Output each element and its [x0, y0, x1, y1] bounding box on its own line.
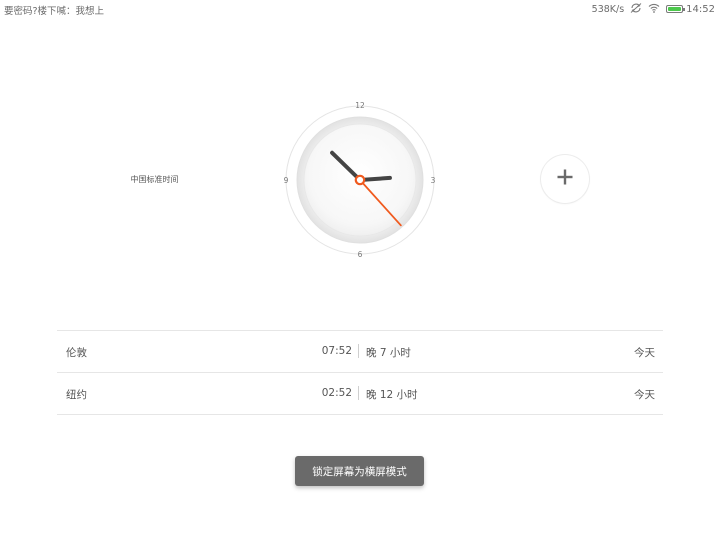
toast-message: 锁定屏幕为横屏模式 [295, 456, 424, 486]
day-label: 今天 [634, 389, 655, 401]
city-name: 伦敦 [66, 347, 87, 359]
analog-clock: 12 3 6 9 [284, 101, 436, 259]
status-time: 14:52 [686, 3, 715, 15]
clock-center-pin [354, 174, 366, 186]
divider [358, 386, 359, 400]
sync-off-icon [630, 2, 642, 16]
world-clock-row-london[interactable]: 伦敦 07:52 晚 7 小时 今天 [57, 331, 663, 373]
timezone-label: 中国标准时间 [130, 175, 179, 184]
plus-icon [556, 168, 574, 190]
time-difference: 晚 7 小时 [366, 347, 411, 359]
dial-number-3: 3 [431, 176, 436, 185]
dial-number-12: 12 [355, 101, 365, 110]
status-indicators: 538K/s 14:52 [592, 2, 715, 16]
time-difference: 晚 12 小时 [366, 389, 418, 401]
world-clock-list: 伦敦 07:52 晚 7 小时 今天 纽约 02:52 晚 12 小时 今天 [57, 330, 663, 415]
dial-number-6: 6 [358, 250, 363, 259]
notification-ticker: 要密码?楼下喊：我想上 [4, 6, 105, 17]
city-time: 02:52 [321, 387, 352, 399]
city-name: 纽约 [66, 389, 87, 401]
day-label: 今天 [634, 347, 655, 359]
world-clock-screen: 要密码?楼下喊：我想上 538K/s 14:52 中国标准时间 12 3 6 9… [0, 0, 719, 540]
dial-number-9: 9 [284, 176, 289, 185]
wifi-icon [648, 3, 660, 16]
world-clock-row-new-york[interactable]: 纽约 02:52 晚 12 小时 今天 [57, 373, 663, 415]
battery-icon [666, 5, 686, 13]
status-bar: 要密码?楼下喊：我想上 538K/s 14:52 [0, 0, 719, 18]
add-city-button[interactable] [541, 155, 589, 203]
city-time: 07:52 [321, 345, 352, 357]
network-speed: 538K/s [591, 3, 625, 15]
divider [358, 344, 359, 358]
toast-text: 锁定屏幕为横屏模式 [312, 465, 407, 478]
